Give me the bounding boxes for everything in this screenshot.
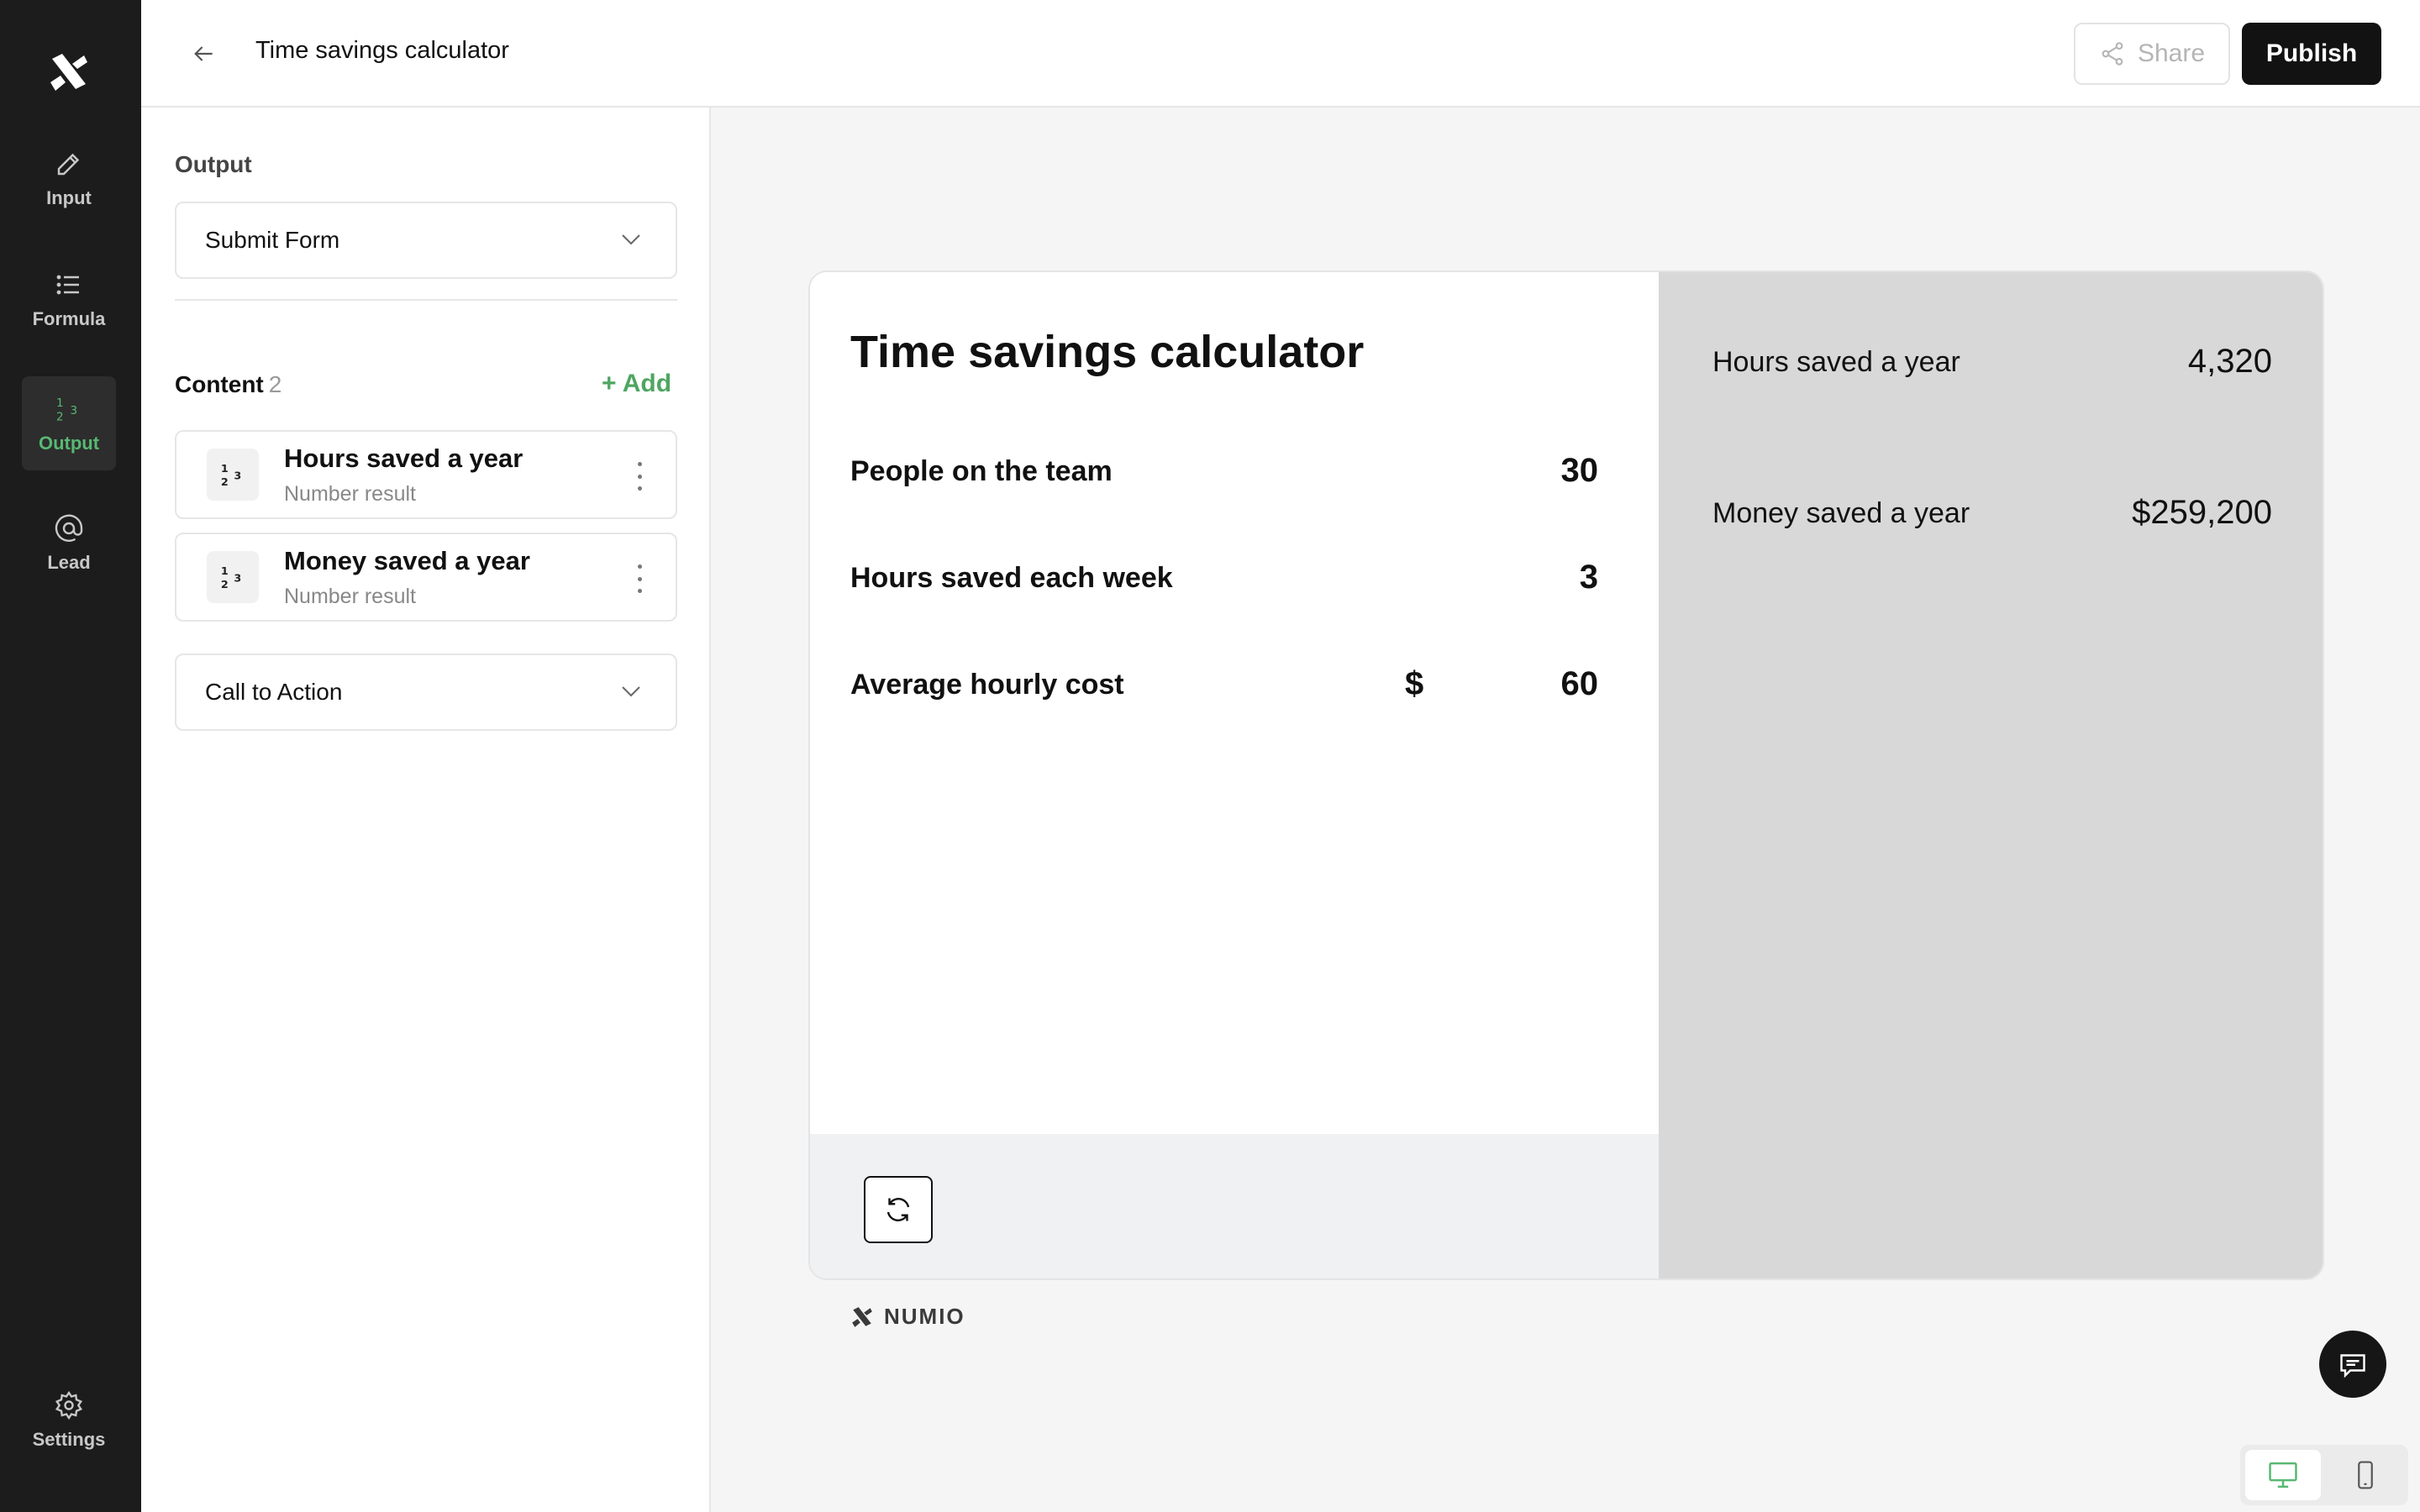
result-item-hours[interactable]: 123 Hours saved a year Number result [175, 430, 677, 519]
desktop-icon [2269, 1462, 2297, 1488]
input-value[interactable]: 60 [1561, 665, 1599, 703]
brand-name: NUMIO [884, 1304, 965, 1329]
nav-item-output[interactable]: 123 Output [22, 376, 116, 470]
top-bar: Time savings calculator Share Publish [141, 0, 2420, 108]
output-settings-panel: Output Submit Form Content 2 + Add 123 Ho… [141, 108, 711, 1512]
input-value[interactable]: 30 [1561, 452, 1599, 490]
svg-text:1: 1 [221, 565, 229, 578]
input-label: Hours saved each week [850, 562, 1173, 594]
chat-button[interactable] [2319, 1331, 2386, 1398]
at-sign-icon [52, 512, 86, 545]
svg-text:2: 2 [221, 476, 229, 489]
svg-text:1: 1 [56, 396, 64, 410]
mobile-icon [2358, 1461, 2373, 1489]
input-row-people: People on the team 30 [850, 447, 1598, 497]
svg-text:3: 3 [234, 573, 241, 585]
page-title: Time savings calculator [255, 37, 509, 64]
output-label: Money saved a year [1712, 497, 1970, 529]
call-to-action-select[interactable]: Call to Action [175, 654, 677, 731]
reset-button[interactable] [864, 1176, 933, 1243]
input-row-hourly-cost: Average hourly cost $ 60 [850, 660, 1598, 711]
output-label: Hours saved a year [1712, 346, 1960, 378]
input-row-hours: Hours saved each week 3 [850, 554, 1598, 604]
output-value: $259,200 [2132, 494, 2272, 531]
gear-icon [52, 1389, 86, 1422]
publish-button[interactable]: Publish [2242, 23, 2381, 85]
output-section-label: Output [175, 151, 252, 177]
numbers-icon: 123 [52, 392, 86, 426]
calculator-footer [810, 1134, 1659, 1278]
share-label: Share [2137, 39, 2206, 67]
svg-text:3: 3 [71, 404, 78, 417]
output-type-value: Submit Form [205, 227, 340, 253]
back-arrow-icon[interactable] [185, 35, 222, 72]
nav-item-formula[interactable]: Formula [22, 252, 116, 346]
chat-icon [2340, 1354, 2365, 1378]
nav-item-settings[interactable]: Settings [22, 1373, 116, 1467]
app-logo-icon[interactable] [47, 50, 91, 94]
nav-item-label: Formula [32, 308, 106, 329]
calculator-title: Time savings calculator [850, 327, 1365, 377]
calculator-preview: Time savings calculator People on the te… [808, 270, 2324, 1280]
numio-logo-icon [852, 1306, 872, 1327]
chevron-down-icon [622, 686, 640, 697]
call-to-action-value: Call to Action [205, 679, 343, 705]
list-icon [52, 268, 86, 302]
add-content-button[interactable]: + Add [602, 370, 671, 398]
input-label: Average hourly cost [850, 669, 1124, 701]
more-options-icon[interactable] [634, 462, 645, 491]
numbers-icon: 123 [207, 449, 259, 501]
input-value[interactable]: 3 [1580, 559, 1598, 596]
result-subtitle: Number result [284, 585, 416, 608]
desktop-view-button[interactable] [2245, 1450, 2321, 1500]
share-icon [2102, 42, 2123, 66]
nav-item-label: Input [46, 187, 92, 208]
output-row-money: Money saved a year $259,200 [1712, 489, 2272, 539]
nav-item-label: Settings [32, 1429, 106, 1450]
svg-text:2: 2 [221, 579, 229, 591]
result-item-money[interactable]: 123 Money saved a year Number result [175, 533, 677, 622]
output-value: 4,320 [2187, 343, 2272, 380]
nav-item-lead[interactable]: Lead [22, 496, 116, 590]
svg-text:1: 1 [221, 463, 229, 475]
result-subtitle: Number result [284, 482, 416, 506]
nav-rail: Input Formula 123 Output Lead Settings [0, 0, 141, 1512]
calculator-input-panel: Time savings calculator People on the te… [810, 272, 1659, 1278]
content-label: Content [175, 371, 264, 397]
nav-item-label: Lead [47, 552, 91, 573]
currency-prefix: $ [1405, 665, 1424, 702]
device-preview-toggle [2240, 1445, 2408, 1505]
pencil-icon [52, 147, 86, 181]
share-button[interactable]: Share [2074, 23, 2230, 85]
svg-text:2: 2 [56, 411, 64, 424]
refresh-icon [886, 1198, 910, 1221]
nav-item-label: Output [38, 433, 100, 454]
numbers-icon: 123 [207, 551, 259, 603]
input-label: People on the team [850, 455, 1113, 487]
output-row-hours: Hours saved a year 4,320 [1712, 338, 2272, 388]
result-title: Hours saved a year [284, 444, 523, 473]
numio-brand[interactable]: NUMIO [850, 1304, 965, 1330]
calculator-results-panel: Hours saved a year 4,320 Money saved a y… [1659, 272, 2323, 1278]
mobile-view-button[interactable] [2328, 1450, 2403, 1500]
nav-item-input[interactable]: Input [22, 131, 116, 225]
more-options-icon[interactable] [634, 564, 645, 593]
output-type-select[interactable]: Submit Form [175, 202, 677, 279]
divider [175, 299, 677, 301]
chevron-down-icon [622, 234, 640, 245]
svg-text:3: 3 [234, 470, 241, 483]
content-count: 2 [268, 371, 282, 397]
result-title: Money saved a year [284, 546, 530, 575]
content-section-label: Content 2 [175, 371, 281, 398]
